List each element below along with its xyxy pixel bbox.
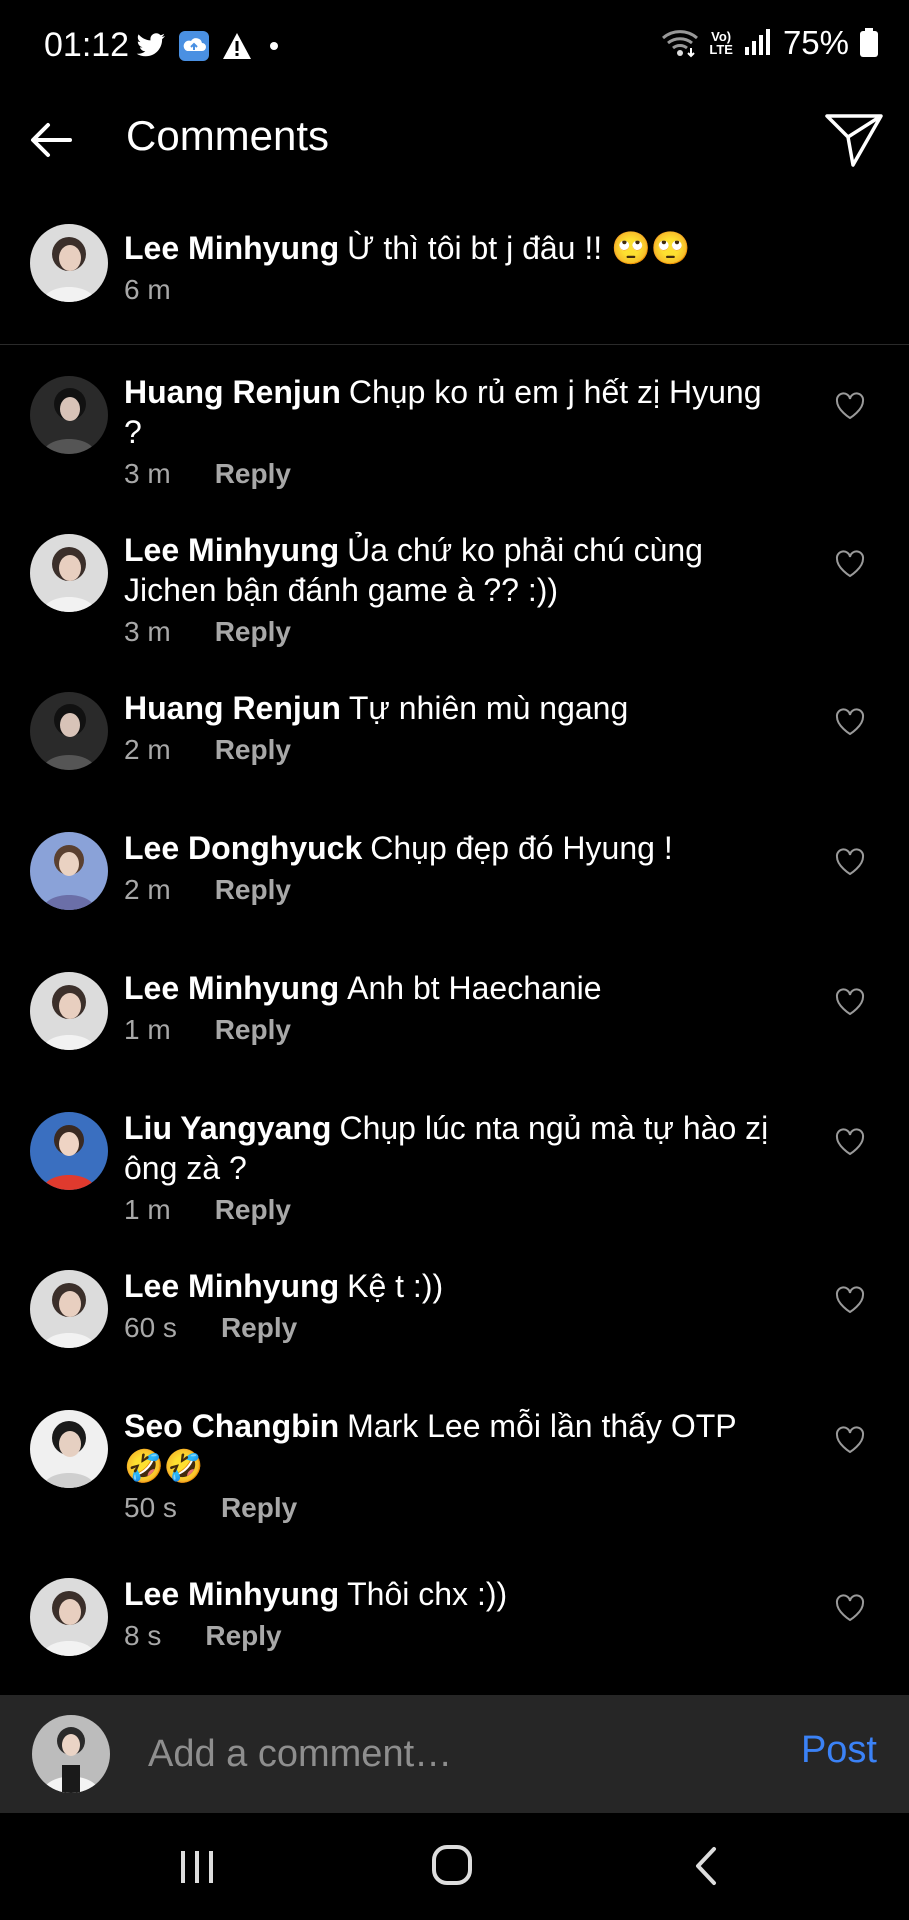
header: Comments [0,92,909,202]
comment-time: 2 m [124,874,171,905]
battery-icon [860,28,878,57]
comment-input-bar: Post [0,1695,909,1813]
avatar[interactable] [30,376,108,454]
comment-text: Chụp đẹp đó Hyung ! [370,830,673,866]
avatar-image [30,692,108,770]
avatar-image [30,376,108,454]
post-button[interactable]: Post [801,1729,877,1772]
avatar-image [30,832,108,910]
comment-time: 6 m [124,274,171,305]
avatar-image [30,1270,108,1348]
comment-time: 50 s [124,1492,177,1523]
heart-icon[interactable] [835,1594,865,1622]
avatar-image [30,1410,108,1488]
status-bar: 01:12 Vo) LTE 75% [0,0,909,92]
comment-username[interactable]: Lee Minhyung [124,230,339,266]
comment-time: 8 s [124,1620,162,1651]
heart-icon[interactable] [835,988,865,1016]
comment-username[interactable]: Huang Renjun [124,374,341,410]
system-nav-bar [0,1813,909,1920]
comment-text: Thôi chx :)) [347,1576,508,1612]
comment-time: 2 m [124,734,171,765]
comment-username[interactable]: Lee Donghyuck [124,830,362,866]
comment-time: 3 m [124,616,171,647]
back-arrow-icon[interactable] [26,114,78,166]
reply-button[interactable]: Reply [215,1014,291,1046]
recent-apps-icon[interactable] [167,1841,227,1891]
avatar-image [30,972,108,1050]
home-icon[interactable] [422,1841,482,1891]
comment-time: 60 s [124,1312,177,1343]
comment-text: Kệ t :)) [347,1268,444,1304]
nav-back-icon[interactable] [676,1841,736,1891]
avatar[interactable] [30,1410,108,1488]
signal-icon [744,29,770,55]
comment-time: 1 m [124,1014,171,1045]
comment-text: Tự nhiên mù ngang [348,690,629,726]
avatar[interactable] [30,692,108,770]
current-user-avatar [32,1715,110,1793]
page-title: Comments [126,112,330,159]
reply-button[interactable]: Reply [205,1620,281,1652]
avatar-image [30,1578,108,1656]
warning-icon [223,33,251,59]
status-time: 01:12 [44,26,130,64]
heart-icon[interactable] [835,1426,865,1454]
avatar[interactable] [30,1578,108,1656]
comment-username[interactable]: Huang Renjun [124,690,341,726]
lte-label: LTE [709,42,733,57]
dot-icon [270,42,278,50]
direct-send-icon[interactable] [823,108,885,170]
heart-icon[interactable] [835,1128,865,1156]
avatar-image [30,224,108,302]
twitter-icon [136,33,165,57]
comment-username[interactable]: Lee Minhyung [124,532,339,568]
reply-button[interactable]: Reply [221,1312,297,1344]
volte-indicator: Vo) LTE [709,30,733,56]
comment-username[interactable]: Seo Changbin [124,1408,339,1444]
heart-icon[interactable] [835,708,865,736]
reply-button[interactable]: Reply [215,874,291,906]
avatar[interactable] [30,1112,108,1190]
reply-button[interactable]: Reply [221,1492,297,1524]
avatar[interactable] [30,832,108,910]
comment-input[interactable] [146,1725,750,1783]
cloud-upload-icon [179,31,209,61]
avatar-image [32,1715,110,1793]
battery-percentage: 75% [782,24,849,61]
comment-username[interactable]: Lee Minhyung [124,1576,339,1612]
avatar[interactable] [30,1270,108,1348]
reply-button[interactable]: Reply [215,734,291,766]
heart-icon[interactable] [835,392,865,420]
comment-username[interactable]: Liu Yangyang [124,1110,331,1146]
avatar[interactable] [30,534,108,612]
comment-time: 3 m [124,458,171,489]
avatar-image [30,534,108,612]
comment-username[interactable]: Lee Minhyung [124,1268,339,1304]
post-caption: Lee Minhyung Ừ thì tôi bt j đâu !! 🙄🙄 6 m [0,222,909,345]
comment-time: 1 m [124,1194,171,1225]
avatar[interactable] [30,224,108,302]
reply-button[interactable]: Reply [215,616,291,648]
comment-text: Ừ thì tôi bt j đâu !! 🙄🙄 [347,230,691,266]
avatar[interactable] [30,972,108,1050]
comment-text: Anh bt Haechanie [347,970,602,1006]
avatar-image [30,1112,108,1190]
reply-button[interactable]: Reply [215,1194,291,1226]
wifi-icon [662,30,699,58]
heart-icon[interactable] [835,848,865,876]
comment-username[interactable]: Lee Minhyung [124,970,339,1006]
heart-icon[interactable] [835,1286,865,1314]
heart-icon[interactable] [835,550,865,578]
reply-button[interactable]: Reply [215,458,291,490]
